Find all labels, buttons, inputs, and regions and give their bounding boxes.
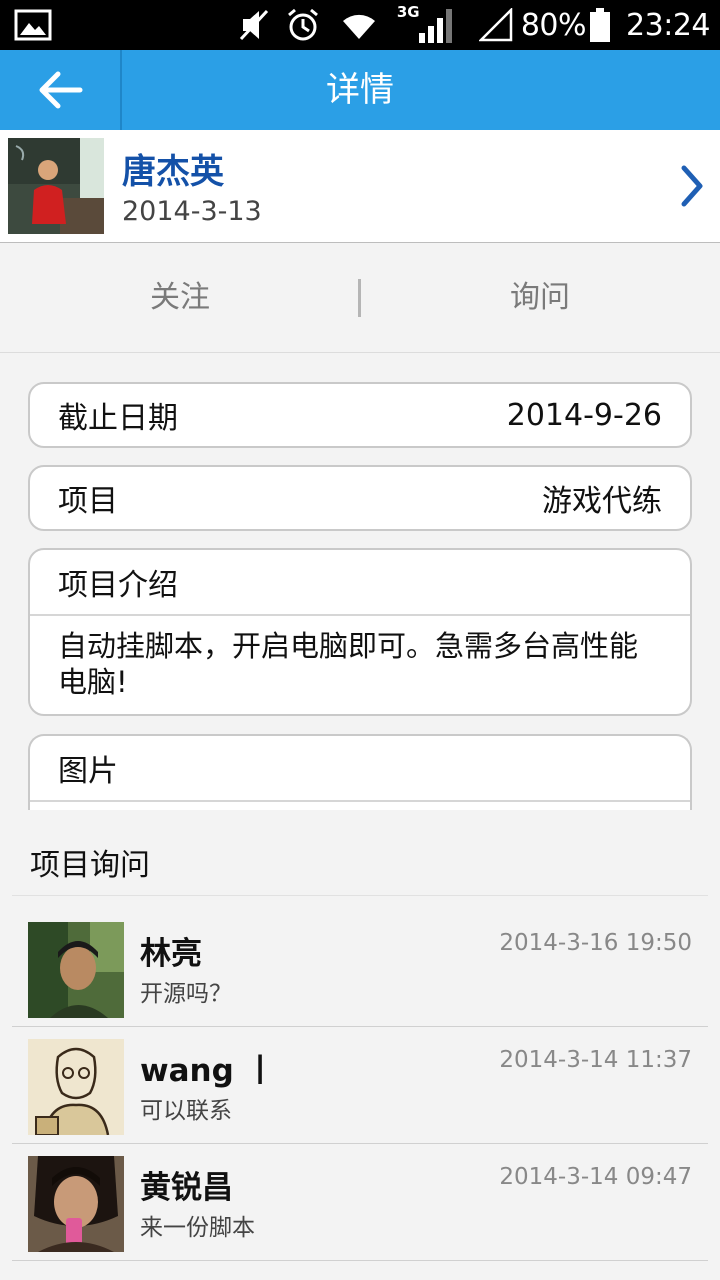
action-buttons: 关注 询问 xyxy=(0,243,720,353)
project-value: 游戏代练 xyxy=(542,484,662,519)
mute-icon xyxy=(239,9,268,41)
section-divider xyxy=(12,895,708,896)
images-card: 图片 xyxy=(28,734,692,810)
deadline-card: 截止日期 2014-9-26 xyxy=(28,382,692,448)
publish-date: 2014-3-13 xyxy=(122,196,262,227)
signal-empty-icon xyxy=(478,8,513,42)
back-button[interactable] xyxy=(0,50,120,130)
wifi-icon xyxy=(342,14,375,40)
avatar[interactable] xyxy=(28,1156,124,1252)
list-item[interactable]: 黄锐昌 来一份脚本 2014-3-14 09:47 xyxy=(12,1144,708,1261)
clock: 23:24 xyxy=(626,7,710,43)
inquiry-time: 2014-3-14 09:47 xyxy=(499,1164,692,1190)
signal-icon: 3G xyxy=(397,3,453,45)
project-card: 项目 游戏代练 xyxy=(28,465,692,531)
intro-text: 自动挂脚本，开启电脑即可。急需多台高性能电脑! xyxy=(58,629,639,699)
battery-percent: 80% xyxy=(520,7,587,43)
battery-icon xyxy=(590,8,611,42)
avatar[interactable] xyxy=(28,922,124,1018)
inquiry-message: 来一份脚本 xyxy=(140,1215,255,1241)
inquiry-time: 2014-3-16 19:50 xyxy=(499,930,692,956)
deadline-value: 2014-9-26 xyxy=(506,397,662,433)
ask-button[interactable]: 询问 xyxy=(360,243,720,353)
action-bar: 详情 xyxy=(0,50,720,130)
images-label: 图片 xyxy=(30,736,690,802)
project-label: 项目 xyxy=(58,484,118,519)
inquirer-name: wang 丨 xyxy=(140,1053,276,1089)
inquiries-title: 项目询问 xyxy=(30,848,150,883)
action-bar-divider xyxy=(120,50,122,130)
intro-card: 项目介绍 自动挂脚本，开启电脑即可。急需多台高性能电脑! xyxy=(28,548,692,716)
avatar[interactable] xyxy=(8,138,104,234)
intro-label: 项目介绍 xyxy=(30,550,690,616)
inquiry-time: 2014-3-14 11:37 xyxy=(499,1047,692,1073)
inquirer-name: 黄锐昌 xyxy=(140,1170,233,1206)
list-item[interactable]: 林亮 开源吗？ 2014-3-16 19:50 xyxy=(12,910,708,1027)
deadline-label: 截止日期 xyxy=(58,401,178,436)
inquirer-name: 林亮 xyxy=(140,936,202,972)
list-item[interactable]: wang 丨 可以联系 2014-3-14 11:37 xyxy=(12,1027,708,1144)
publisher-row[interactable]: 唐杰英 2014-3-13 xyxy=(0,130,720,243)
inquiry-message: 可以联系 xyxy=(140,1098,232,1124)
follow-button[interactable]: 关注 xyxy=(0,243,360,353)
chevron-right-icon xyxy=(681,165,703,207)
alarm-icon xyxy=(287,8,318,41)
inquiry-message: 开源吗？ xyxy=(140,981,232,1007)
back-arrow-icon xyxy=(39,71,83,109)
status-bar: 3G 80% 23:24 xyxy=(0,0,720,50)
gallery-icon xyxy=(14,9,52,41)
publisher-name: 唐杰英 xyxy=(122,152,224,192)
avatar[interactable] xyxy=(28,1039,124,1135)
